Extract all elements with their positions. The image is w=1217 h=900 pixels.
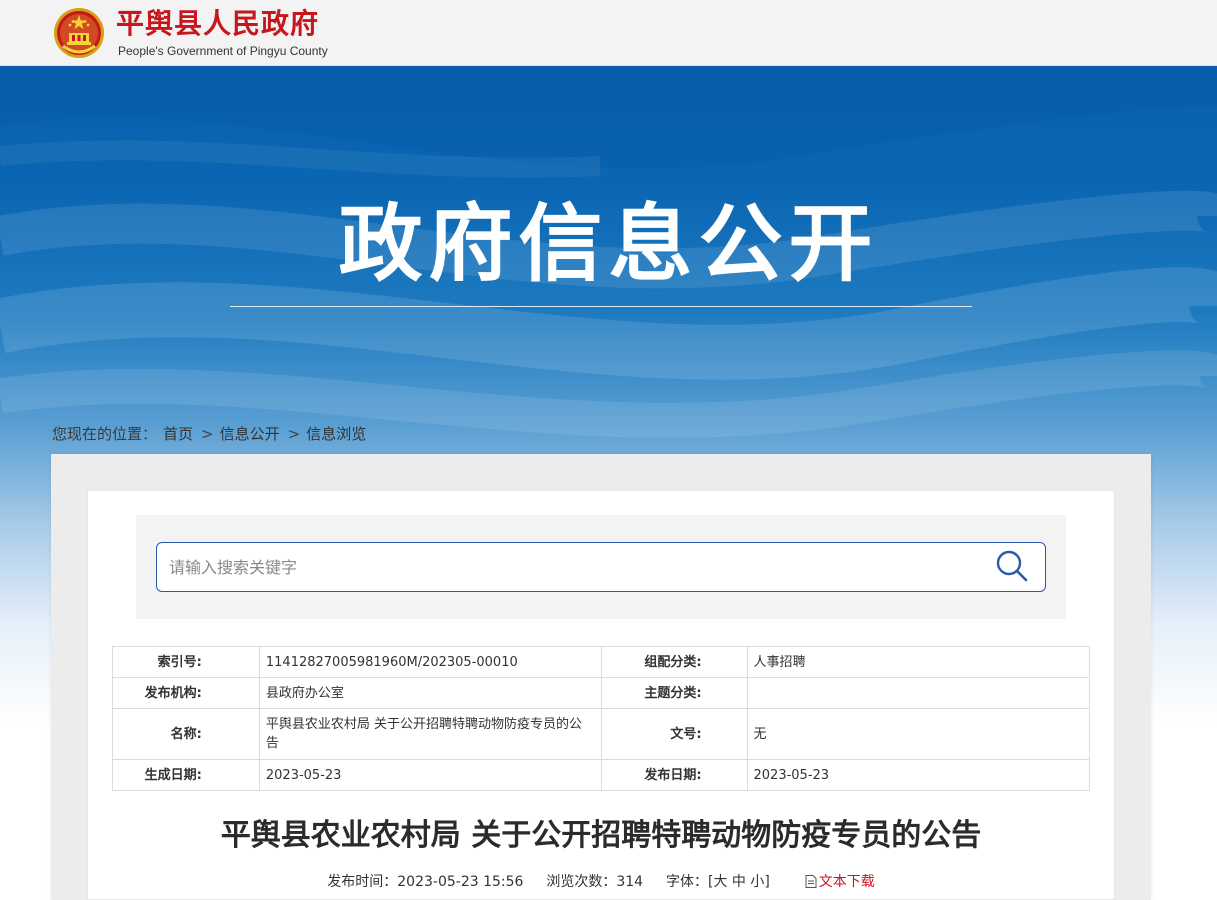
banner-divider (230, 306, 972, 307)
font-size-label: 字体： (665, 874, 708, 890)
text-download-link[interactable]: 文本下载 (805, 874, 875, 890)
font-size-small-button[interactable]: 小 (750, 874, 764, 890)
created-date-value: 2023-05-23 (258, 759, 602, 791)
breadcrumb-home-link[interactable]: 首页 (163, 424, 193, 444)
table-row: 名称: 平舆县农业农村局 关于公开招聘特聘动物防疫专员的公告 文号: 无 (112, 708, 1091, 760)
category-value: 人事招聘 (746, 646, 1091, 678)
text-download-label[interactable]: 文本下载 (819, 874, 875, 890)
search-input[interactable] (156, 542, 1046, 592)
table-row: 发布机构: 县政府办公室 主题分类: (112, 677, 1091, 709)
created-date-label: 生成日期: (112, 759, 260, 791)
doc-name-label: 名称: (112, 708, 260, 760)
publish-time-label: 发布时间： (327, 874, 398, 890)
banner-title: 政府信息公开 (338, 195, 879, 293)
category-label: 组配分类: (600, 646, 748, 678)
font-size-medium-button[interactable]: 中 (732, 874, 746, 890)
publish-date-label: 发布日期: (600, 759, 748, 791)
breadcrumb-separator: > (287, 425, 301, 443)
font-size-large-button[interactable]: 大 (713, 874, 727, 890)
publish-time-value: 2023-05-23 15:56 (397, 874, 524, 890)
font-size-bracket: ] (764, 874, 770, 890)
breadcrumb-info-browse-link[interactable]: 信息浏览 (306, 424, 366, 444)
search-icon (996, 550, 1028, 581)
table-row: 生成日期: 2023-05-23 发布日期: 2023-05-23 (112, 759, 1091, 791)
index-number-label: 索引号: (112, 646, 260, 678)
views-label: 浏览次数： (546, 874, 617, 890)
document-metadata-table: 索引号: 11412827005981960M/202305-00010 组配分… (112, 646, 1091, 791)
breadcrumb-separator: > (201, 425, 214, 443)
breadcrumb-info-public-link[interactable]: 信息公开 (220, 424, 280, 444)
topic-label: 主题分类: (600, 677, 748, 709)
topic-value (746, 677, 1091, 709)
table-row: 索引号: 11412827005981960M/202305-00010 组配分… (112, 646, 1091, 678)
publisher-value: 县政府办公室 (258, 677, 602, 709)
index-number-value: 11412827005981960M/202305-00010 (258, 646, 602, 678)
views-count: 314 (616, 874, 644, 890)
site-header: 平舆县人民政府 People's Government of Pingyu Co… (0, 0, 1217, 66)
breadcrumb-prefix: 您现在的位置： (52, 425, 158, 443)
publisher-label: 发布机构: (112, 677, 260, 709)
breadcrumb: 您现在的位置： 首页 > 信息公开 > 信息浏览 (52, 424, 372, 444)
publish-date-value: 2023-05-23 (746, 759, 1091, 791)
site-name-chinese[interactable]: 平舆县人民政府 (116, 6, 319, 42)
article-meta-bar: 发布时间：2023-05-23 15:56 浏览次数：314 字体：[大 中 小… (87, 872, 1115, 892)
doc-name-value: 平舆县农业农村局 关于公开招聘特聘动物防疫专员的公告 (258, 708, 602, 760)
doc-number-value: 无 (746, 708, 1091, 760)
search-button[interactable] (992, 548, 1032, 586)
article-title: 平舆县农业农村局 关于公开招聘特聘动物防疫专员的公告 (220, 818, 982, 853)
document-icon (805, 875, 817, 888)
national-emblem-icon[interactable] (53, 6, 105, 60)
doc-number-label: 文号: (600, 708, 748, 760)
site-name-english[interactable]: People's Government of Pingyu County (118, 44, 328, 58)
